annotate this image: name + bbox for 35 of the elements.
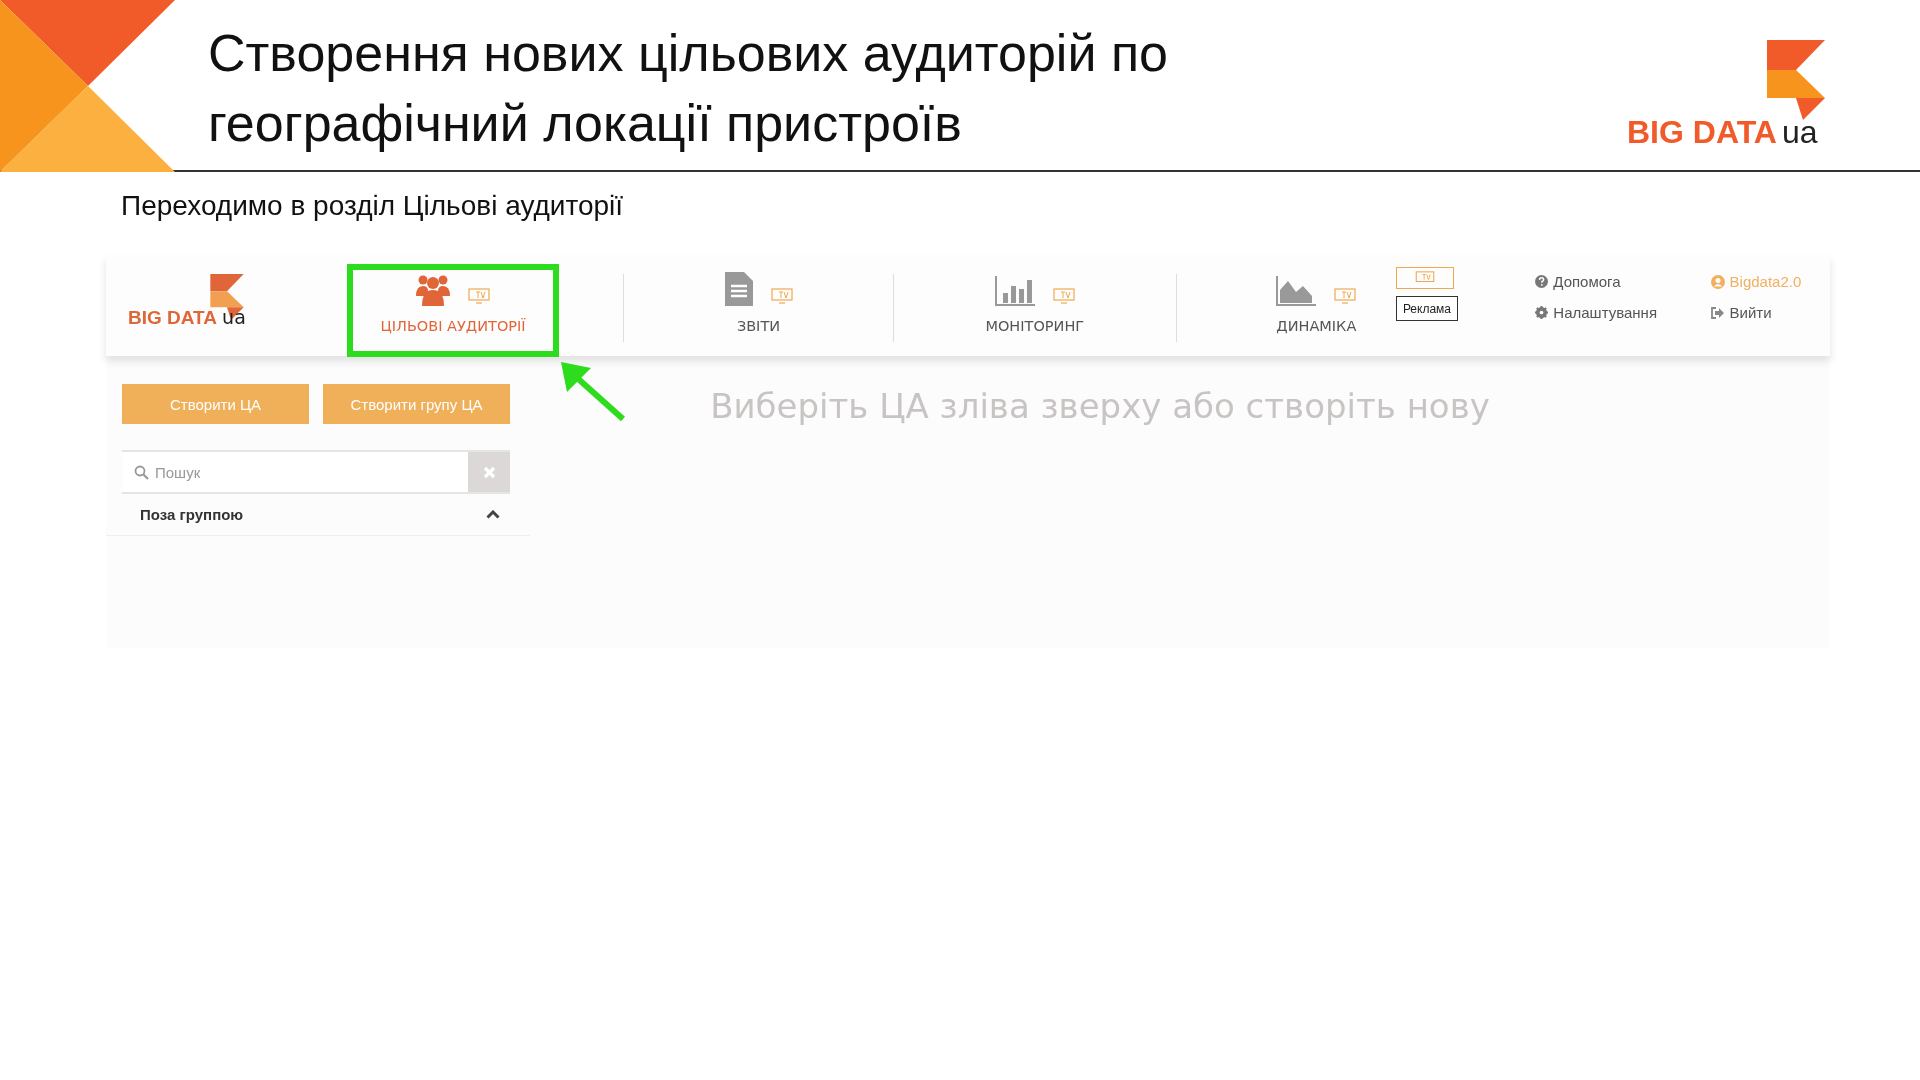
nav-link[interactable]: Допомога xyxy=(1535,273,1711,290)
group-row[interactable]: Поза группою xyxy=(106,494,530,536)
tv-icon xyxy=(1052,288,1075,304)
logout-icon xyxy=(1710,306,1725,319)
ad-button[interactable]: Реклама xyxy=(1395,296,1458,321)
logout-link[interactable]: Вийти xyxy=(1710,304,1830,321)
people-icon xyxy=(416,274,451,306)
bar-chart-icon xyxy=(994,276,1035,306)
empty-message: Виберіть ЦА зліва зверху або створіть нову xyxy=(710,386,1490,428)
search-field[interactable]: Пошук xyxy=(153,462,457,482)
tv-icon xyxy=(1334,288,1357,304)
clear-button[interactable] xyxy=(468,452,510,492)
tv-button[interactable] xyxy=(1395,267,1454,289)
help-icon xyxy=(1535,275,1549,288)
settings-icon xyxy=(1535,306,1549,319)
slide-title: географічний локації пристроїв xyxy=(208,93,963,154)
nav-link[interactable]: Налаштування xyxy=(1535,304,1711,321)
area-chart-icon xyxy=(1276,276,1317,306)
document-icon xyxy=(724,272,753,306)
tv-icon xyxy=(1413,271,1436,285)
logo-text: BIG DATA ua xyxy=(128,306,246,329)
nav-tab[interactable]: МОНІТОРИНГ xyxy=(893,256,1176,356)
slide-subtitle: Переходимо в розділ Цільові аудиторії xyxy=(121,190,625,222)
pointer-arrow xyxy=(561,362,628,422)
group-label: Поза группою xyxy=(140,506,244,523)
nav-tab[interactable]: ДИНАМІКА xyxy=(1176,256,1396,356)
tv-icon xyxy=(468,288,491,304)
logo-text: BIG DATA ua xyxy=(1627,114,1818,151)
nav-tab[interactable]: ЗВІТИ xyxy=(624,256,893,356)
user-icon xyxy=(1710,274,1725,289)
logo-mark-icon xyxy=(1767,40,1825,120)
tv-icon xyxy=(770,288,793,304)
slide-title: Створення нових цільових аудиторій по xyxy=(208,23,1169,84)
close-icon xyxy=(482,465,496,479)
search-icon xyxy=(134,464,149,480)
